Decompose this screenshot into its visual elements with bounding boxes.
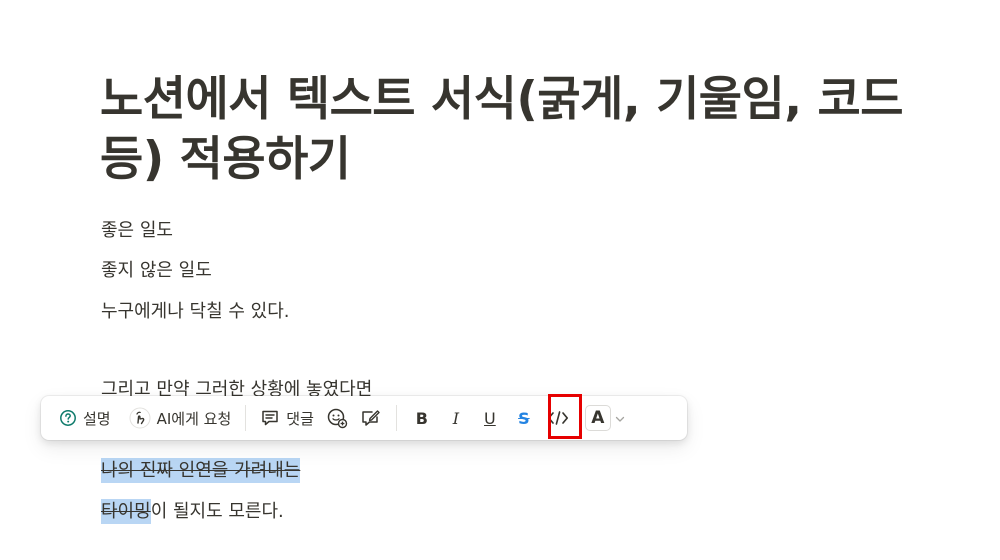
- notion-page: 노션에서 텍스트 서식(굵게, 기울임, 코드 등) 적용하기 좋은 일도 좋지…: [0, 0, 1000, 560]
- toolbar-divider: [395, 405, 397, 431]
- emoji-button[interactable]: [320, 402, 354, 434]
- question-circle-icon: [59, 409, 77, 427]
- underline-button[interactable]: U: [473, 402, 507, 434]
- comment-button[interactable]: 댓글: [254, 402, 320, 434]
- selected-strikethrough-text[interactable]: 나의 진짜 인연을 가려내는: [101, 458, 301, 483]
- chevron-down-icon: [615, 409, 625, 428]
- plain-text-rest[interactable]: 이 될지도 모른다.: [151, 501, 284, 522]
- text-line-2[interactable]: 좋지 않은 일도: [101, 257, 212, 285]
- edit-note-button[interactable]: [354, 402, 388, 434]
- edit-note-icon: [360, 407, 382, 429]
- selected-strikethrough-word[interactable]: 타이밍: [101, 499, 151, 524]
- explain-label: 설명: [83, 409, 111, 428]
- ai-hand-icon: [129, 407, 151, 429]
- strikethrough-label: S: [518, 408, 530, 428]
- code-icon: [547, 410, 569, 426]
- text-line-3[interactable]: 누구에게나 닥칠 수 있다.: [101, 298, 290, 326]
- page-title[interactable]: 노션에서 텍스트 서식(굵게, 기울임, 코드 등) 적용하기: [100, 70, 950, 190]
- toolbar-divider: [245, 405, 247, 431]
- italic-button[interactable]: I: [439, 402, 473, 434]
- ask-ai-button[interactable]: AI에게 요청: [123, 402, 238, 434]
- comment-icon: [260, 408, 280, 428]
- emoji-add-icon: [326, 407, 348, 429]
- text-line-selected[interactable]: 나의 진짜 인연을 가려내는: [101, 457, 301, 485]
- ask-ai-label: AI에게 요청: [156, 409, 232, 428]
- text-line-last[interactable]: 타이밍이 될지도 모른다.: [101, 498, 284, 526]
- text-color-label: A: [584, 405, 611, 431]
- bold-button[interactable]: B: [405, 402, 439, 434]
- text-color-button[interactable]: A: [584, 405, 625, 431]
- format-toolbar: 설명 AI에게 요청 댓글 B I U S A: [41, 396, 687, 440]
- text-line-1[interactable]: 좋은 일도: [101, 217, 173, 245]
- strikethrough-button[interactable]: S: [507, 402, 541, 434]
- explain-button[interactable]: 설명: [53, 402, 117, 434]
- comment-label: 댓글: [286, 409, 314, 428]
- code-button[interactable]: [541, 402, 575, 434]
